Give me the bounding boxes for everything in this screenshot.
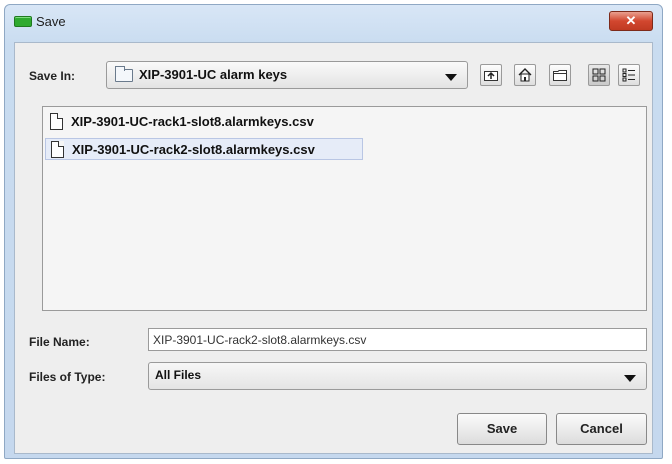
list-item[interactable]: XIP-3901-UC-rack1-slot8.alarmkeys.csv xyxy=(45,111,365,133)
home-button[interactable] xyxy=(514,64,536,86)
list-view-icon xyxy=(592,68,606,82)
file-name-text: XIP-3901-UC-rack1-slot8.alarmkeys.csv xyxy=(71,114,314,129)
home-icon xyxy=(518,68,532,82)
dialog-body: Save In: XIP-3901-UC alarm keys XIP-3901… xyxy=(14,42,653,454)
new-folder-button[interactable] xyxy=(549,64,571,86)
file-name-input[interactable] xyxy=(148,328,647,351)
save-in-value: XIP-3901-UC alarm keys xyxy=(139,67,288,82)
file-type-label: Files of Type: xyxy=(29,370,106,384)
save-in-label: Save In: xyxy=(29,69,76,83)
file-type-select[interactable]: All Files xyxy=(148,362,647,390)
save-in-combo[interactable]: XIP-3901-UC alarm keys xyxy=(106,61,468,89)
up-one-level-icon xyxy=(484,71,498,81)
list-item-selected[interactable]: XIP-3901-UC-rack2-slot8.alarmkeys.csv xyxy=(45,138,363,160)
file-name-text: XIP-3901-UC-rack2-slot8.alarmkeys.csv xyxy=(72,142,315,157)
document-icon xyxy=(50,113,63,130)
save-dialog: Save ✕ Save In: XIP-3901-UC alarm keys X… xyxy=(4,4,663,459)
dialog-title: Save xyxy=(36,14,66,29)
save-button[interactable]: Save xyxy=(457,413,547,445)
close-button[interactable]: ✕ xyxy=(609,11,653,31)
folder-icon xyxy=(115,66,133,82)
file-list[interactable]: XIP-3901-UC-rack1-slot8.alarmkeys.csv XI… xyxy=(42,106,647,311)
chevron-down-icon xyxy=(624,375,636,382)
details-view-icon xyxy=(622,68,635,82)
document-icon xyxy=(51,141,64,158)
file-type-value: All Files xyxy=(155,368,202,382)
title-bar[interactable]: Save ✕ xyxy=(5,5,662,39)
up-one-level-button[interactable] xyxy=(480,64,502,86)
details-view-button[interactable] xyxy=(618,64,640,86)
list-view-button[interactable] xyxy=(588,64,610,86)
file-name-label: File Name: xyxy=(29,335,90,349)
chevron-down-icon xyxy=(445,74,457,81)
new-folder-icon xyxy=(553,70,567,81)
app-icon xyxy=(14,16,32,27)
cancel-button[interactable]: Cancel xyxy=(556,413,647,445)
